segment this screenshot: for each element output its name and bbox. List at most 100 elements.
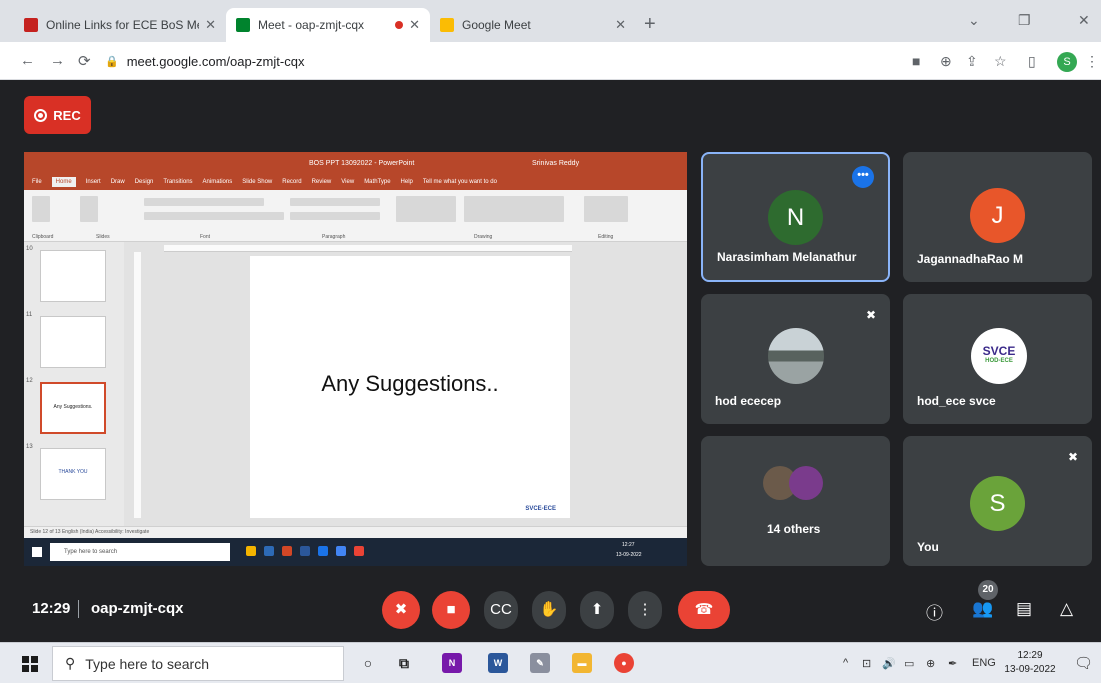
tab-search-icon[interactable]: ⌄: [968, 12, 980, 29]
participant-tile[interactable]: J JagannadhaRao M: [903, 152, 1092, 282]
powerpoint-title-bar: BOS PPT 13092022 - PowerPoint Srinivas R…: [24, 152, 687, 174]
paint-icon[interactable]: ✎: [530, 653, 550, 673]
system-clock[interactable]: 12:29 13-09-2022: [1002, 649, 1058, 677]
participant-tile[interactable]: SVCE HOD-ECE hod_ece svce: [903, 294, 1092, 424]
slide-thumbnail: THANK YOU: [40, 448, 106, 500]
participant-tile[interactable]: ✖ hod ececep: [701, 294, 890, 424]
chat-icon[interactable]: ▤: [1016, 599, 1032, 619]
chrome-icon[interactable]: ●: [614, 653, 634, 673]
file-explorer-icon[interactable]: ▬: [572, 653, 592, 673]
tab-google-meet[interactable]: Google Meet ✕: [430, 8, 636, 42]
shared-taskbar: Type here to search 12:27 13-09-2022: [24, 538, 687, 566]
activities-icon[interactable]: △: [1060, 599, 1073, 619]
slide-thumbnail: [40, 316, 106, 368]
font-style-row: [144, 212, 284, 220]
participant-tile-others[interactable]: 14 others: [701, 436, 890, 566]
tab-online-links[interactable]: Online Links for ECE BoS Meetin ✕: [14, 8, 226, 42]
leave-call-button[interactable]: ☎: [678, 591, 730, 629]
camera-off-button[interactable]: ■: [432, 591, 470, 629]
lock-icon: 🔒: [105, 55, 119, 68]
close-icon[interactable]: ✕: [409, 17, 420, 33]
more-options-icon[interactable]: •••: [852, 166, 874, 188]
current-slide: Any Suggestions.. SVCE-ECE: [250, 256, 570, 518]
avatar: S: [970, 476, 1025, 531]
menu-tell-me: Tell me what you want to do: [422, 179, 497, 185]
language-indicator[interactable]: ENG: [972, 657, 996, 669]
side-panel-icon[interactable]: ▯: [1028, 53, 1036, 70]
meeting-clock: 12:29: [32, 600, 71, 617]
divider: [78, 600, 79, 618]
reload-icon[interactable]: ⟳: [78, 52, 91, 70]
onenote-icon[interactable]: N: [442, 653, 462, 673]
raise-hand-button[interactable]: ✋: [532, 591, 566, 629]
profile-avatar[interactable]: S: [1057, 52, 1077, 72]
url-input[interactable]: 🔒 meet.google.com/oap-zmjt-cqx: [105, 48, 895, 74]
mic-off-icon: ✖: [865, 308, 876, 322]
presentation-screen: BOS PPT 13092022 - PowerPoint Srinivas R…: [24, 152, 687, 566]
group-label: Editing: [598, 234, 614, 240]
meet-control-bar: 12:29 oap-zmjt-cqx ✖ ■ CC ✋ ⬆ ⋮ ☎ ⓘ 20 👥…: [0, 580, 1101, 642]
menu-mathtype: MathType: [364, 179, 391, 185]
notifications-icon[interactable]: 🗨: [1074, 654, 1093, 672]
new-tab-button[interactable]: +: [644, 13, 656, 36]
tab-meet[interactable]: Meet - oap-zmjt-cqx ✕: [226, 8, 430, 42]
group-label: Clipboard: [32, 234, 54, 240]
participant-name: You: [917, 540, 939, 554]
present-button[interactable]: ⬆: [580, 591, 614, 629]
participant-tile-self[interactable]: S ✖ You: [903, 436, 1092, 566]
participant-name: JagannadhaRao M: [917, 252, 1024, 266]
slide-number: 10: [26, 246, 33, 252]
editing-tools: [584, 196, 628, 222]
windows-start-button[interactable]: [22, 656, 38, 672]
participant-tile[interactable]: N ••• Narasimham Melanathur: [701, 152, 890, 282]
battery-icon[interactable]: ▭: [904, 657, 914, 670]
shared-clock-time: 12:27: [622, 542, 635, 548]
logo-subtext: HOD-ECE: [985, 358, 1013, 364]
captions-button[interactable]: CC: [484, 591, 518, 629]
restore-icon[interactable]: ❐: [1018, 12, 1031, 29]
drawing-tools: [464, 196, 564, 222]
tray-expand-icon[interactable]: ^: [843, 657, 848, 669]
more-options-button[interactable]: ⋮: [628, 591, 662, 629]
bookmark-star-icon[interactable]: ☆: [994, 53, 1007, 70]
people-icon[interactable]: 👥: [972, 599, 993, 619]
windows-start-icon: [32, 547, 42, 557]
menu-slide-show: Slide Show: [242, 179, 273, 185]
network-icon[interactable]: ⊕: [926, 657, 935, 670]
thumbnail-text: Any Suggestions.: [53, 404, 93, 410]
app-icon: [318, 546, 328, 556]
volume-icon[interactable]: 🔊: [882, 657, 896, 670]
address-bar: ← → ⟳ 🔒 meet.google.com/oap-zmjt-cqx ■ ⊕…: [0, 42, 1101, 80]
status-text: Slide 12 of 13 English (India) Accessibi…: [30, 529, 150, 535]
back-icon[interactable]: ←: [20, 52, 35, 69]
group-label: Font: [200, 234, 211, 240]
zoom-icon[interactable]: ⊕: [940, 53, 952, 70]
word-icon[interactable]: W: [488, 653, 508, 673]
clock-time: 12:29: [1017, 650, 1043, 661]
chrome-icon: [246, 546, 256, 556]
forward-icon[interactable]: →: [50, 52, 65, 69]
slide-thumbnails: 10 11 12 Any Suggestions. 13 THANK YOU: [24, 242, 124, 526]
menu-kebab-icon[interactable]: ⋮: [1085, 53, 1099, 70]
meet-icon: [440, 18, 454, 32]
camera-icon[interactable]: ■: [912, 53, 920, 69]
taskbar-search-box[interactable]: ⚲ Type here to search: [52, 646, 344, 681]
tray-icon[interactable]: ⊡: [862, 657, 871, 670]
group-label: Paragraph: [322, 234, 346, 240]
url-text: meet.google.com/oap-zmjt-cqx: [126, 53, 305, 69]
cortana-icon[interactable]: ○: [358, 653, 378, 673]
meet-icon: [236, 18, 250, 32]
paragraph-row: [290, 198, 380, 206]
close-window-icon[interactable]: ✕: [1078, 12, 1090, 29]
new-slide-icon: [80, 196, 98, 222]
pen-icon[interactable]: ✒: [948, 657, 957, 670]
word-icon: [300, 546, 310, 556]
task-view-icon[interactable]: ⧉: [394, 653, 414, 673]
share-icon[interactable]: ⇪: [966, 53, 978, 70]
paste-icon: [32, 196, 50, 222]
close-icon[interactable]: ✕: [615, 17, 626, 33]
meeting-details-icon[interactable]: ⓘ: [926, 599, 943, 624]
menu-file: File: [32, 179, 42, 185]
mic-off-button[interactable]: ✖: [382, 591, 420, 629]
close-icon[interactable]: ✕: [205, 17, 216, 33]
